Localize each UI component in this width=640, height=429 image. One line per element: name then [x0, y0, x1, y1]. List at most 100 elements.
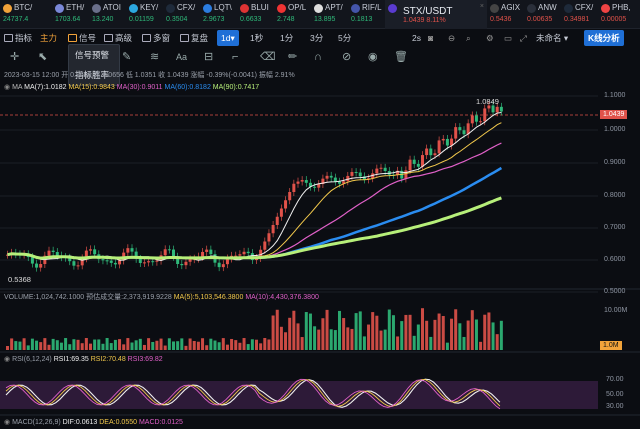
volume-bar — [163, 345, 167, 350]
axis-tick: 0.8000 — [604, 192, 626, 199]
volume-bar — [246, 344, 250, 350]
volume-bar — [499, 320, 503, 350]
candle-body — [130, 248, 134, 252]
volume-bar — [43, 338, 47, 350]
volume-bar — [259, 343, 263, 350]
volume-bar — [6, 346, 9, 350]
volume-bar — [466, 320, 470, 350]
candle-body — [89, 249, 92, 251]
volume-bar — [105, 338, 109, 350]
candle-body — [470, 115, 474, 124]
candle-body — [167, 249, 171, 251]
candle-body — [474, 115, 478, 122]
volume-bar — [483, 314, 487, 350]
volume-bar — [180, 338, 184, 350]
volume-bar — [329, 329, 333, 350]
candle-body — [350, 172, 354, 176]
candle-body — [138, 258, 142, 264]
volume-info: VOLUME:1,024,742.1000 预估成交量:2,373,919.92… — [4, 294, 319, 301]
volume-bar — [408, 314, 412, 350]
volume-bar — [300, 337, 304, 350]
candle-body — [296, 181, 300, 184]
volume-bar — [304, 312, 308, 350]
volume-bar — [109, 343, 113, 350]
volume-bar — [383, 329, 387, 350]
volume-bar — [495, 334, 499, 350]
volume-bar — [267, 339, 271, 350]
candle-body — [35, 263, 39, 268]
candle-body — [333, 177, 337, 182]
volume-bar — [97, 339, 101, 350]
volume-bar — [346, 327, 350, 350]
axis-tick: 0.5000 — [604, 288, 626, 295]
candle-body — [429, 148, 433, 156]
volume-bar — [491, 322, 495, 350]
candle-body — [217, 262, 221, 268]
volume-bar — [284, 332, 288, 350]
volume-bar — [22, 338, 26, 350]
rsi-eye-icon[interactable]: ◉ — [4, 356, 10, 363]
candle-body — [491, 105, 495, 113]
candle-body — [205, 249, 209, 252]
candle-body — [147, 261, 151, 263]
volume-bar — [80, 343, 84, 350]
candle-body — [109, 260, 113, 263]
volume-bar — [76, 339, 80, 350]
candle-body — [263, 241, 267, 250]
vol-axis-tick: 10.00M — [604, 307, 628, 314]
candle-body — [30, 257, 34, 264]
high-label: 1.0849 — [476, 97, 499, 106]
volume-bar — [250, 339, 254, 350]
volume-bar — [391, 315, 395, 350]
volume-bar — [263, 338, 267, 350]
volume-bar — [271, 315, 275, 350]
volume-bar — [421, 308, 424, 350]
candle-body — [76, 265, 80, 267]
volume-bar — [192, 340, 196, 350]
volume-bar — [367, 324, 371, 350]
candle-body — [483, 108, 487, 122]
volume-bar — [396, 336, 400, 350]
volume-bar — [59, 342, 63, 350]
candle-body — [275, 216, 279, 225]
volume-bar — [172, 341, 175, 350]
volume-bar — [225, 344, 229, 350]
candle-body — [221, 264, 225, 268]
volume-bar — [433, 319, 437, 350]
volume-bar — [379, 330, 383, 350]
candle-body — [358, 172, 362, 177]
volume-bar — [167, 338, 171, 350]
axis-tick: 0.7000 — [604, 224, 626, 231]
volume-bar — [313, 326, 317, 350]
volume-bar — [201, 338, 205, 350]
candle-body — [242, 251, 246, 255]
volume-bar — [188, 338, 192, 350]
current-price-tag: 1.0439 — [600, 110, 628, 119]
volume-bar — [230, 338, 234, 350]
volume-bar — [213, 340, 217, 350]
volume-bar — [184, 345, 188, 350]
candle-body — [163, 249, 167, 256]
volume-bar — [354, 313, 358, 350]
volume-bar — [51, 338, 55, 350]
volume-bar — [84, 338, 88, 350]
macd-eye-icon[interactable]: ◉ — [4, 419, 10, 426]
volume-bar — [362, 336, 366, 350]
candle-body — [142, 262, 146, 264]
candle-body — [93, 249, 97, 255]
candle-body — [441, 138, 445, 141]
candle-body — [495, 106, 499, 113]
ma-line — [7, 122, 502, 260]
candle-body — [292, 183, 296, 192]
volume-bar — [10, 338, 14, 350]
candle-body — [126, 248, 130, 253]
candle-body — [172, 249, 175, 257]
price-chart[interactable] — [0, 0, 640, 429]
candle-body — [155, 260, 159, 262]
candle-body — [246, 251, 250, 254]
candle-body — [445, 138, 449, 146]
candle-body — [279, 208, 283, 217]
candle-body — [458, 127, 462, 131]
vol-current-tag: 1.0M — [600, 341, 622, 350]
volume-bar — [238, 342, 242, 350]
